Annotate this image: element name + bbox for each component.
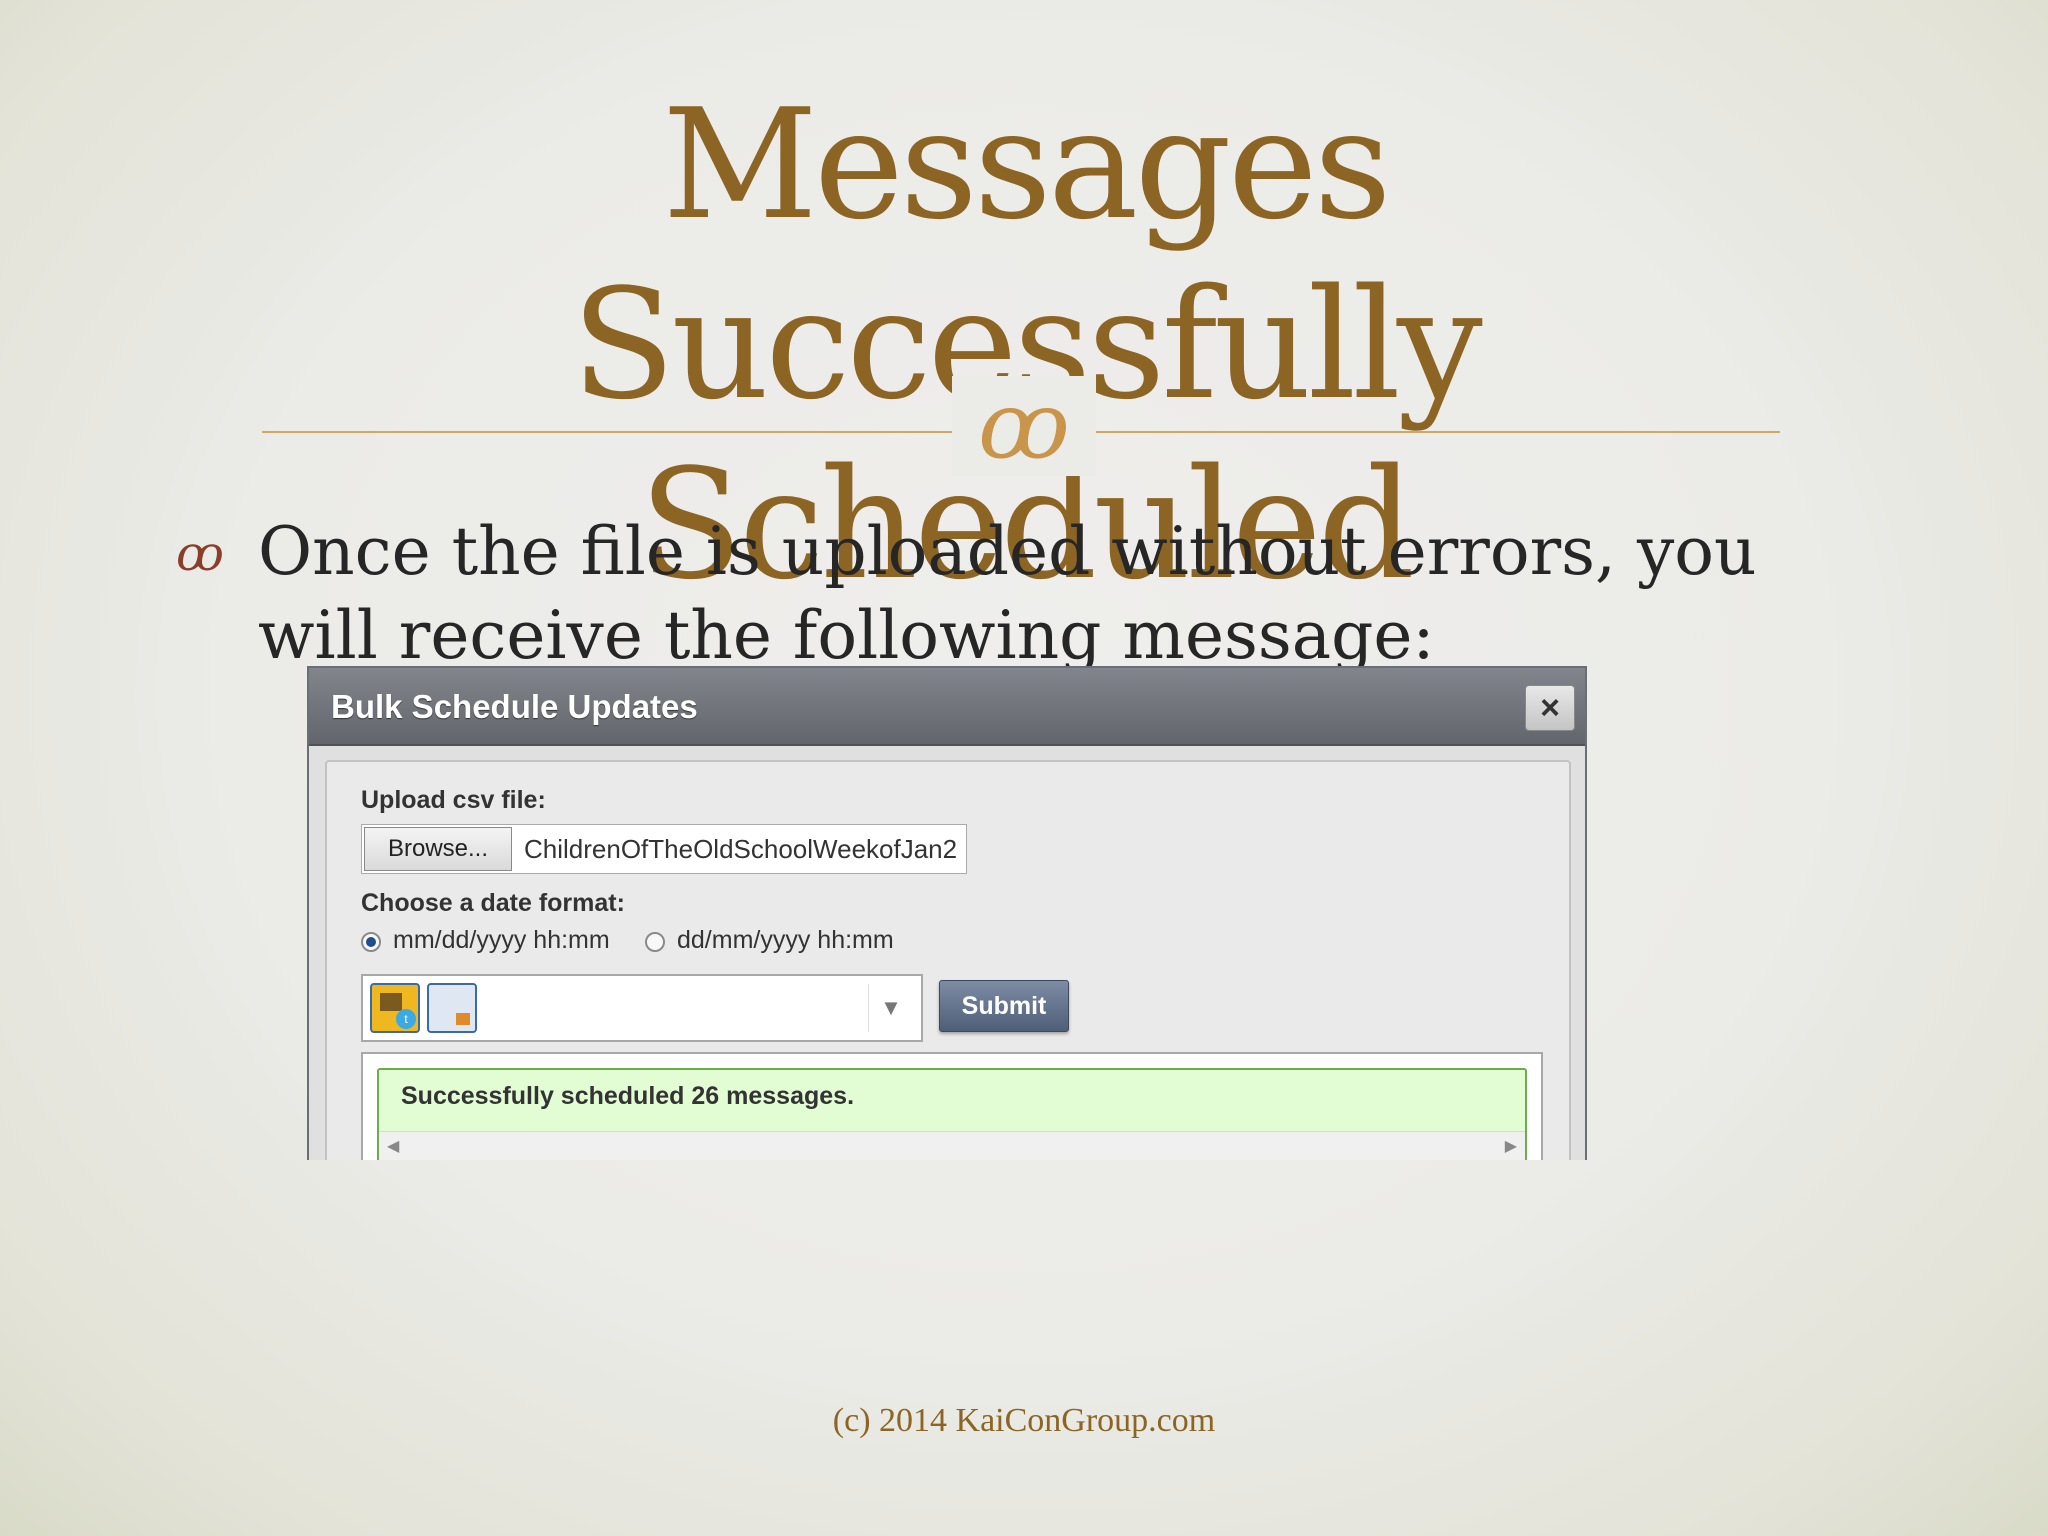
horizontal-scrollbar[interactable]: ◀ ▶ [379,1131,1525,1160]
file-upload-field[interactable]: Browse... ChildrenOfTheOldSchoolWeekofJa… [361,824,967,874]
date-format-radio-mdy[interactable] [361,932,381,952]
flourish-icon: ꝏ [952,376,1096,476]
browse-button[interactable]: Browse... [364,827,512,871]
dialog-body: Upload csv file: Browse... ChildrenOfThe… [325,760,1571,1160]
bullet-text: Once the file is uploaded without errors… [258,513,1757,674]
result-panel: Successfully scheduled 26 messages. ◀ ▶ [361,1052,1543,1160]
file-name-value: ChildrenOfTheOldSchoolWeekofJan2 [524,834,958,864]
date-format-radio-dmy[interactable] [645,932,665,952]
date-format-option-dmy: dd/mm/yyyy hh:mm [677,926,894,954]
submit-button[interactable]: Submit [939,980,1069,1032]
success-message: Successfully scheduled 26 messages. [401,1082,855,1110]
dialog-header: Bulk Schedule Updates × [309,668,1585,746]
twitter-profile-icon[interactable]: t [370,983,420,1033]
date-format-label: Choose a date format: [361,889,625,917]
close-icon[interactable]: × [1525,685,1575,731]
upload-label: Upload csv file: [361,786,546,814]
scroll-left-icon[interactable]: ◀ [387,1136,399,1156]
bullet-icon: ꝏ [176,526,224,582]
profile-selector[interactable]: t ▼ [361,974,923,1042]
twitter-bird-icon: t [396,1009,416,1029]
slide-footer: (c) 2014 KaiConGroup.com [832,1402,1216,1439]
success-message-box: Successfully scheduled 26 messages. ◀ ▶ [377,1068,1527,1160]
page-icon [456,1013,470,1025]
facebook-profile-icon[interactable] [427,983,477,1033]
document-icon [380,993,402,1011]
scroll-right-icon[interactable]: ▶ [1505,1136,1517,1156]
dialog-title: Bulk Schedule Updates [331,688,698,725]
chevron-down-icon[interactable]: ▼ [868,984,913,1032]
date-format-option-mdy: mm/dd/yyyy hh:mm [393,926,610,954]
bulk-schedule-dialog: Bulk Schedule Updates × Upload csv file:… [307,666,1587,1160]
